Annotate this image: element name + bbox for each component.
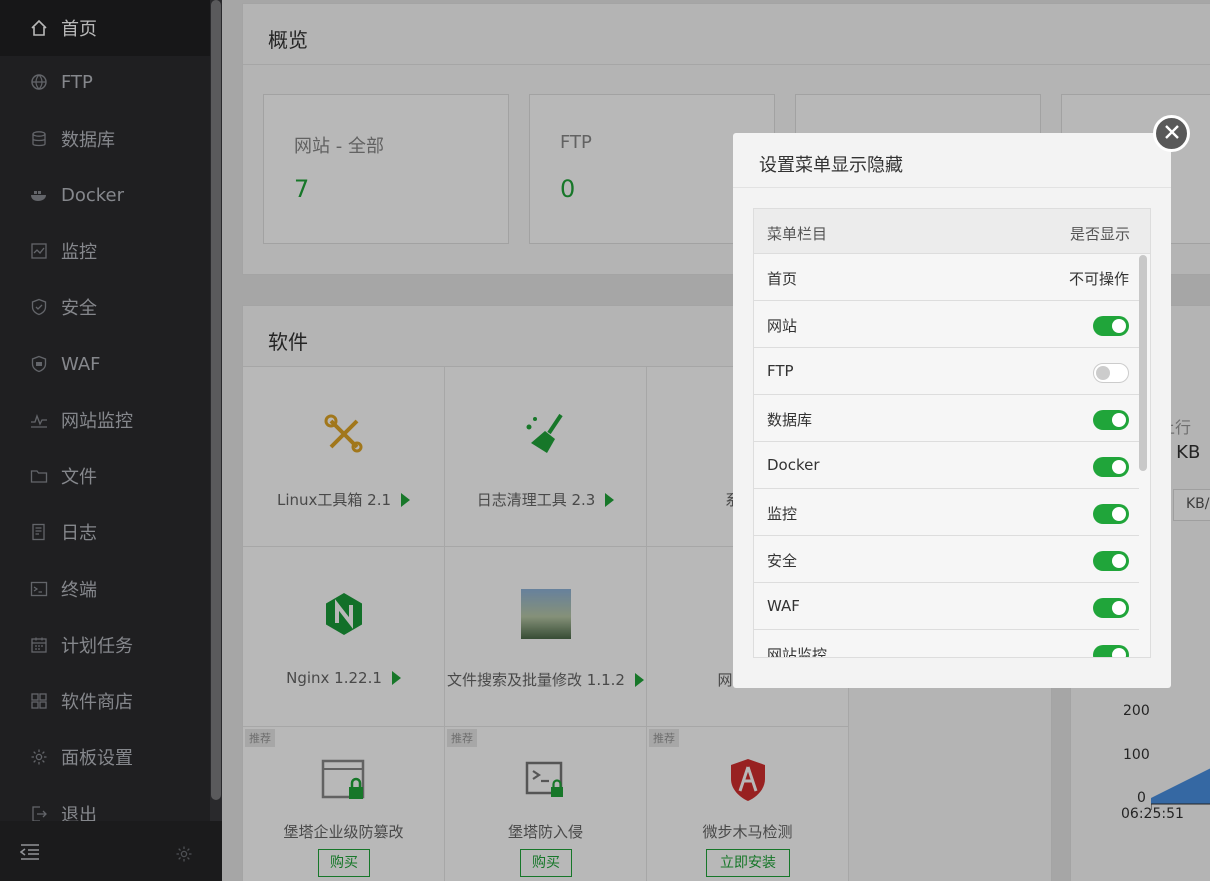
table-row: 首页 不可操作 <box>754 254 1139 301</box>
menu-item-label: 网站 <box>767 317 798 335</box>
menu-item-label: 网站监控 <box>767 646 828 658</box>
table-row: 数据库 <box>754 395 1139 442</box>
table-scrollbar-thumb[interactable] <box>1139 255 1147 471</box>
menu-item-label: 首页 <box>767 270 798 288</box>
visibility-toggle[interactable] <box>1093 410 1129 430</box>
menu-item-label: FTP <box>767 362 794 380</box>
menu-item-label: 监控 <box>767 505 798 523</box>
visibility-toggle[interactable] <box>1093 316 1129 336</box>
visibility-toggle[interactable] <box>1093 504 1129 524</box>
dialog-title: 设置菜单显示隐藏 <box>733 133 1171 188</box>
table-row: 网站监控 <box>754 630 1139 658</box>
table-row: Docker <box>754 442 1139 489</box>
visibility-toggle[interactable] <box>1093 457 1129 477</box>
table-header: 菜单栏目 是否显示 <box>754 209 1150 254</box>
menu-item-label: 数据库 <box>767 411 813 429</box>
table-row: 监控 <box>754 489 1139 536</box>
visibility-toggle[interactable] <box>1093 645 1129 657</box>
menu-item-label: Docker <box>767 456 820 474</box>
column-header: 菜单栏目 <box>767 225 828 243</box>
visibility-toggle[interactable] <box>1093 598 1129 618</box>
menu-item-label: WAF <box>767 597 800 615</box>
table-row: 网站 <box>754 301 1139 348</box>
menu-visibility-table: 菜单栏目 是否显示 首页 不可操作 网站 FTP 数据库 Docker 监控 安… <box>753 208 1151 658</box>
menu-item-label: 安全 <box>767 552 798 570</box>
visibility-toggle[interactable] <box>1093 363 1129 383</box>
not-operable-text: 不可操作 <box>1068 270 1129 288</box>
table-row: WAF <box>754 583 1139 630</box>
column-header: 是否显示 <box>1069 225 1130 243</box>
table-scrollbar[interactable] <box>1139 254 1149 657</box>
visibility-toggle[interactable] <box>1093 551 1129 571</box>
close-dialog-button[interactable] <box>1153 115 1190 152</box>
table-row: 安全 <box>754 536 1139 583</box>
table-row: FTP <box>754 348 1139 395</box>
close-icon <box>1164 124 1180 144</box>
menu-visibility-dialog: 设置菜单显示隐藏 菜单栏目 是否显示 首页 不可操作 网站 FTP 数据库 Do… <box>733 133 1171 688</box>
